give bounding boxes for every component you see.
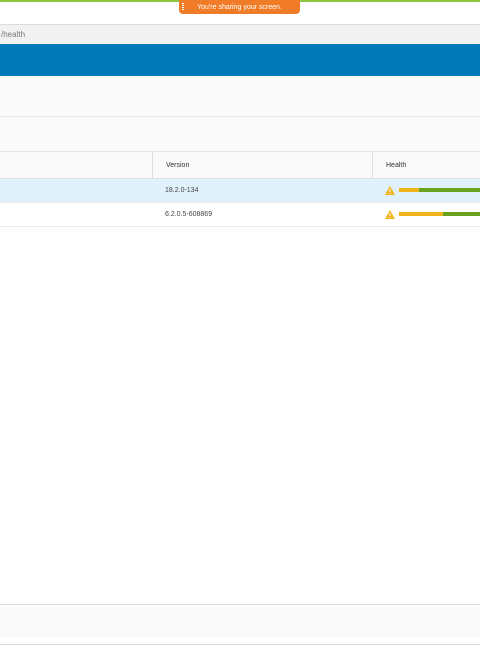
health-bar bbox=[399, 188, 480, 192]
drag-grip-icon[interactable] bbox=[182, 3, 184, 10]
table-row[interactable]: 18.2.0-134 bbox=[0, 179, 480, 203]
toolbar-secondary bbox=[0, 117, 480, 152]
table-header: Version Health bbox=[0, 152, 480, 179]
divider bbox=[0, 644, 480, 645]
warning-icon bbox=[385, 210, 395, 219]
table-footer bbox=[0, 604, 480, 637]
data-grid: Version Health 18.2.0-134 6.2.0.5-608869 bbox=[0, 152, 480, 604]
screen-share-text: You're sharing your screen. bbox=[197, 3, 282, 11]
toolbar-primary bbox=[0, 76, 480, 117]
breadcrumb-text: /health bbox=[1, 30, 26, 39]
breadcrumb: /health bbox=[0, 24, 480, 44]
health-bar bbox=[399, 212, 480, 216]
health-bar-warning-segment bbox=[399, 188, 420, 192]
table-row[interactable]: 6.2.0.5-608869 bbox=[0, 203, 480, 227]
warning-icon bbox=[385, 186, 395, 195]
version-cell: 6.2.0.5-608869 bbox=[165, 211, 213, 218]
column-header-health[interactable]: Health bbox=[372, 152, 406, 179]
health-bar-warning-segment bbox=[399, 212, 443, 216]
version-cell: 18.2.0-134 bbox=[165, 187, 199, 194]
app-header-bar bbox=[0, 44, 480, 76]
column-header-version[interactable]: Version bbox=[152, 152, 189, 179]
screen-share-banner[interactable]: You're sharing your screen. bbox=[179, 0, 300, 14]
